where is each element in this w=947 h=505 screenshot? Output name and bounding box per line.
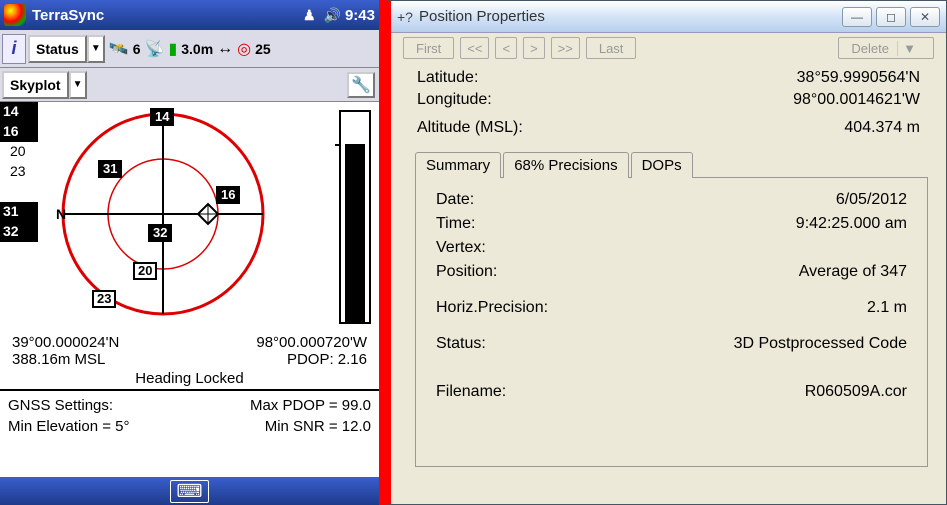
accuracy-value: 3.0m [181,41,213,57]
altitude: 388.16m MSL [12,351,105,368]
sat-marker: 31 [98,160,122,178]
sat-marker: 23 [92,290,116,308]
skyplot-dropdown[interactable]: Skyplot [2,71,69,99]
max-pdop: Max PDOP = 99.0 [250,397,371,414]
pda-titlebar: TerraSync ♟ 🔊 9:43 [0,0,379,30]
status-dropdown-arrow[interactable]: ▼ [87,35,105,63]
clock: 9:43 [345,7,375,24]
target-count: 25 [255,41,271,57]
keyboard-icon[interactable]: ⌨ [170,480,210,503]
target-icon: ◎ [237,39,251,59]
min-snr: Min SNR = 12.0 [265,418,371,435]
view-toolbar: Skyplot ▼ 🔧 [0,68,379,102]
hprec-label: Horiz.Precision: [436,299,548,317]
help-icon: +? [397,9,413,25]
minimize-button[interactable]: — [842,7,872,27]
app-title: TerraSync [32,7,299,24]
window-title: Position Properties [419,8,842,25]
min-elevation: Min Elevation = 5° [8,418,129,435]
status-value: 3D Postprocessed Code [734,335,907,353]
skyplot-dropdown-arrow[interactable]: ▼ [69,71,87,99]
skyplot-area: 14 16 20 23 31 32 N 14 16 20 23 31 32 [0,102,379,332]
hprec-value: 2.1 m [867,299,907,317]
window-titlebar: +? Position Properties — ◻ ✕ [391,1,946,33]
satellite-count: 6 [133,41,141,57]
date-value: 6/05/2012 [836,191,907,209]
filename-label: Filename: [436,383,506,401]
next-page-button[interactable]: >> [551,37,580,59]
tab-body: Date: 6/05/2012 Time: 9:42:25.000 am Verte… [415,177,928,467]
lat-value: 38°59.9990564'N [797,69,920,87]
close-button[interactable]: ✕ [910,7,940,27]
position-label: Position: [436,263,497,281]
maximize-button[interactable]: ◻ [876,7,906,27]
speaker-icon[interactable]: 🔊 [324,7,341,24]
battery-icon: ▮ [168,39,177,59]
lat-label: Latitude: [417,69,478,87]
pdop: PDOP: 2.16 [287,351,367,368]
chevron-down-icon: ▼ [897,41,921,56]
satellite-list: 14 16 20 23 31 32 [0,102,38,332]
sat-marker: 14 [150,108,174,126]
position-properties-window: +? Position Properties — ◻ ✕ First << < … [385,0,947,505]
alt-label: Altitude (MSL): [417,119,523,137]
satellite-icon: 🛰️ [109,39,129,59]
sat-list-item: 16 [0,122,38,142]
tab-precisions[interactable]: 68% Precisions [503,152,628,178]
last-button[interactable]: Last [586,37,637,59]
status-toolbar: i Status ▼ 🛰️ 6 📡 ▮ 3.0m ↔ ◎ 25 [0,30,379,68]
signal-icon: ♟ [303,7,316,24]
tabset: Summary 68% Precisions DOPs Date: 6/05/20… [415,151,928,492]
vertex-label: Vertex: [436,239,486,257]
coordinates-block: 39°00.000024'N 98°00.000720'W 388.16m MS… [0,332,379,370]
status-dropdown[interactable]: Status [28,35,87,63]
status-label: Status: [436,335,486,353]
arrows-icon: ↔ [217,40,233,58]
skyplot-chart: N 14 16 20 23 31 32 [38,102,335,332]
sat-list-item: 14 [0,102,38,122]
tab-dops[interactable]: DOPs [631,152,693,178]
settings-button[interactable]: 🔧 [347,72,375,98]
date-label: Date: [436,191,474,209]
longitude: 98°00.000720'W [256,334,367,351]
time-label: Time: [436,215,475,233]
windows-logo-icon[interactable] [4,4,26,26]
lon-value: 98°00.0014621'W [793,91,920,109]
terrasync-panel: TerraSync ♟ 🔊 9:43 i Status ▼ 🛰️ 6 📡 ▮ 3… [0,0,385,505]
svg-text:N: N [56,206,66,222]
sat-marker: 32 [148,224,172,242]
delete-button[interactable]: Delete▼ [838,37,934,59]
sat-list-item: 32 [0,222,38,242]
prev-page-button[interactable]: << [460,37,489,59]
time-value: 9:42:25.000 am [796,215,907,233]
position-value: Average of 347 [799,263,907,281]
first-button[interactable]: First [403,37,454,59]
gnss-settings-label: GNSS Settings: [8,397,113,414]
heading-status: Heading Locked [0,370,379,391]
sat-list-item: 23 [0,162,38,182]
sat-list-item: 20 [0,142,38,162]
alt-value: 404.374 m [844,119,920,137]
filename-value: R060509A.cor [805,383,907,401]
sat-marker: 16 [216,186,240,204]
next-button[interactable]: > [523,37,545,59]
tab-summary[interactable]: Summary [415,152,501,178]
antenna-icon: 📡 [145,39,165,59]
snr-bar [339,110,371,324]
nav-row: First << < > >> Last Delete▼ [391,33,946,63]
lon-label: Longitude: [417,91,492,109]
gnss-settings: GNSS Settings: Max PDOP = 99.0 Min Eleva… [0,391,379,441]
sat-marker: 20 [133,262,157,280]
latitude: 39°00.000024'N [12,334,119,351]
info-button[interactable]: i [2,34,26,64]
prev-button[interactable]: < [495,37,517,59]
pda-bottombar: ⌨ [0,477,379,505]
sat-list-item: 31 [0,202,38,222]
position-readout: Latitude: 38°59.9990564'N Longitude: 98°00… [391,63,946,143]
